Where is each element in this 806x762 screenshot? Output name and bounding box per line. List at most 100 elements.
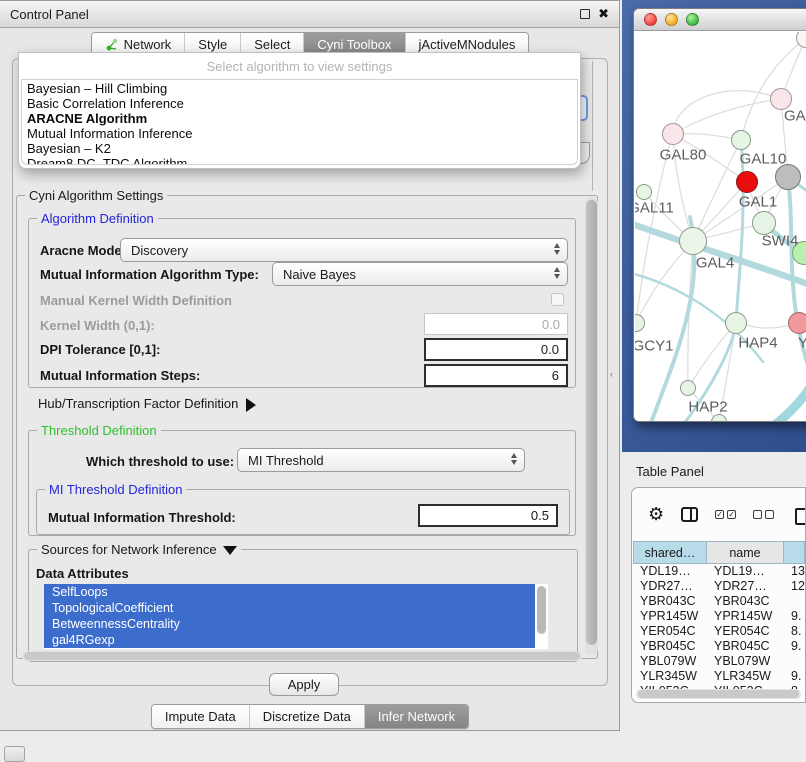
gear-icon[interactable]: ⚙ <box>648 505 664 523</box>
settings-scrollbar[interactable] <box>585 197 598 655</box>
network-window[interactable]: GALGAL80GAL10GAL11GAL1SWI4GAL4GCY1HAP4YH… <box>633 8 806 422</box>
table-row[interactable]: YER054CYER054C8. <box>633 624 805 639</box>
table-cell: 9. <box>784 669 805 684</box>
network-node[interactable] <box>775 164 801 190</box>
table-horizontal-scrollbar[interactable] <box>636 689 801 699</box>
network-node-label: GAL <box>784 108 806 125</box>
select-all-icon[interactable]: ✓✓ <box>715 510 736 519</box>
tab-infer-network[interactable]: Infer Network <box>364 705 468 728</box>
algorithm-option[interactable]: Basic Correlation Inference <box>22 96 577 111</box>
float-panel-icon[interactable] <box>580 9 590 19</box>
data-attributes-label: Data Attributes <box>36 566 129 581</box>
table-row[interactable]: YBR043CYBR043C <box>633 594 805 609</box>
column-header-name[interactable]: name <box>707 541 784 564</box>
algorithm-option[interactable]: ARACNE Algorithm <box>22 111 577 126</box>
network-node-label: GCY1 <box>635 338 673 355</box>
network-graph-icon <box>105 38 119 52</box>
network-node[interactable] <box>725 312 747 334</box>
apply-button[interactable]: Apply <box>269 673 339 696</box>
cyni-settings-group-title: Cyni Algorithm Settings <box>25 188 167 203</box>
table-cell: YLR345W <box>633 669 707 684</box>
table-row[interactable]: YDL19…YDL19…13 <box>633 564 805 579</box>
algorithm-placeholder: Select algorithm to view settings <box>19 59 580 74</box>
network-node-label: Y <box>798 335 806 352</box>
table-cell: 12 <box>784 579 805 594</box>
network-node[interactable] <box>662 123 684 145</box>
algorithm-dropdown-popup: Select algorithm to view settings Bayesi… <box>18 52 581 169</box>
tab-discretize-data[interactable]: Discretize Data <box>249 705 364 728</box>
table-row[interactable]: YBL079WYBL079W <box>633 654 805 669</box>
aracne-mode-value: Discovery <box>131 243 188 258</box>
settings-horizontal-scrollbar[interactable] <box>22 651 582 661</box>
close-panel-icon[interactable]: ✖ <box>598 9 609 19</box>
algorithm-popup-list[interactable]: Bayesian – Hill ClimbingBasic Correlatio… <box>21 79 578 165</box>
network-canvas[interactable]: GALGAL80GAL10GAL11GAL1SWI4GAL4GCY1HAP4YH… <box>635 32 806 422</box>
manual-kernel-checkbox[interactable] <box>551 293 564 306</box>
algorithm-option[interactable]: Bayesian – K2 <box>22 141 577 156</box>
aracne-mode-combo[interactable]: Discovery <box>120 238 568 262</box>
settings-scrollbar-thumb[interactable] <box>586 200 597 645</box>
mi-threshold-label: Mutual Information Threshold: <box>48 510 236 525</box>
network-node-label: SWI4 <box>762 233 799 250</box>
table-cell: YDR27… <box>633 579 707 594</box>
kernel-width-label: Kernel Width (0,1): <box>40 318 155 333</box>
dpi-tolerance-field[interactable]: 0.0 <box>424 338 568 361</box>
tab-impute-data[interactable]: Impute Data <box>152 705 249 728</box>
kernel-width-field[interactable]: 0.0 <box>424 313 568 335</box>
minimize-window-icon[interactable] <box>665 13 678 26</box>
table-cell: YER054C <box>633 624 707 639</box>
hub-definition-toggle[interactable]: Hub/Transcription Factor Definition <box>38 396 256 412</box>
table-row[interactable]: YPR145WYPR145W9. <box>633 609 805 624</box>
bottom-tab-bar: Impute Data Discretize Data Infer Networ… <box>0 704 620 729</box>
panel-splitter-handle[interactable]: ‹ <box>610 371 615 378</box>
network-node-label: HAP4 <box>738 335 777 352</box>
network-node[interactable] <box>736 171 758 193</box>
table-row[interactable]: YLR345WYLR345W9. <box>633 669 805 684</box>
which-threshold-combo[interactable]: MI Threshold <box>237 448 525 472</box>
network-node[interactable] <box>679 227 707 255</box>
attribute-item[interactable]: SelfLoops <box>44 584 535 600</box>
attribute-item[interactable]: BetweennessCentrality <box>44 616 535 632</box>
close-window-icon[interactable] <box>644 13 657 26</box>
attribute-item[interactable]: gal4RGexp <box>44 632 535 648</box>
table-cell: 13 <box>784 564 805 579</box>
combo-arrows-icon <box>554 243 560 255</box>
aracne-mode-label: Aracne Mode: <box>40 243 126 258</box>
new-table-icon[interactable] <box>795 508 806 525</box>
table-row[interactable]: YDR27…YDR27…12 <box>633 579 805 594</box>
attribute-item[interactable]: TopologicalCoefficient <box>44 600 535 616</box>
mi-type-combo[interactable]: Naive Bayes <box>272 262 568 286</box>
bottom-left-mini-button[interactable] <box>4 746 25 762</box>
data-attributes-list[interactable]: SelfLoopsTopologicalCoefficientBetweenne… <box>44 584 548 649</box>
mi-threshold-field[interactable]: 0.5 <box>418 504 558 527</box>
network-node-label: GAL80 <box>660 147 707 164</box>
table-cell: YLR345W <box>707 669 784 684</box>
network-window-titlebar <box>634 9 806 31</box>
hub-definition-label: Hub/Transcription Factor Definition <box>38 396 238 411</box>
network-node[interactable] <box>636 184 652 200</box>
attributes-scrollbar-thumb[interactable] <box>537 586 546 634</box>
algorithm-option[interactable]: Dream8 DC_TDC Algorithm <box>22 156 577 165</box>
table-panel-title: Table Panel <box>636 464 704 479</box>
column-header-partial[interactable] <box>784 541 805 564</box>
deselect-all-icon[interactable] <box>753 510 774 519</box>
mi-steps-field[interactable]: 6 <box>424 364 568 387</box>
table-row[interactable]: YBR045CYBR045C9. <box>633 639 805 654</box>
network-node[interactable] <box>731 130 751 150</box>
control-panel-titlebar: Control Panel ✖ <box>0 1 619 28</box>
combo-arrows-icon <box>511 453 517 465</box>
network-node[interactable] <box>680 380 696 396</box>
split-columns-icon[interactable] <box>681 507 698 522</box>
network-node[interactable] <box>788 312 806 334</box>
manual-kernel-label: Manual Kernel Width Definition <box>40 293 232 308</box>
network-node[interactable] <box>752 211 776 235</box>
algorithm-option[interactable]: Bayesian – Hill Climbing <box>22 81 577 96</box>
sources-group-title[interactable]: Sources for Network Inference <box>37 542 241 557</box>
column-header-shared[interactable]: shared… <box>633 541 707 564</box>
which-threshold-value: MI Threshold <box>248 453 324 468</box>
zoom-window-icon[interactable] <box>686 13 699 26</box>
network-node-label: GAL4 <box>696 255 734 272</box>
dpi-tolerance-label: DPI Tolerance [0,1]: <box>40 342 160 357</box>
mi-type-value: Naive Bayes <box>283 267 356 282</box>
algorithm-option[interactable]: Mutual Information Inference <box>22 126 577 141</box>
